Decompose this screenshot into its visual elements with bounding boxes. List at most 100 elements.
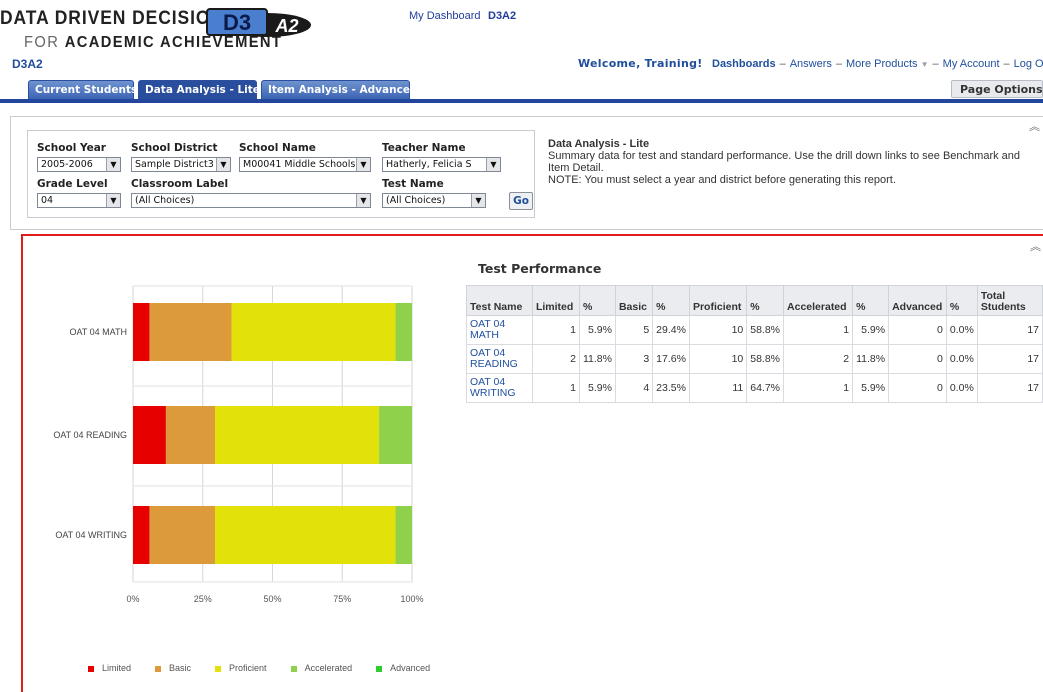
chevron-down-icon: ▼ (106, 158, 120, 171)
test-name-value: (All Choices) (386, 195, 446, 206)
legend-label: Basic (169, 663, 192, 673)
x-tick-label: 50% (263, 594, 281, 604)
column-header: Accelerated (783, 285, 854, 316)
table-cell: 17 (976, 315, 1043, 345)
table-cell: 5.9% (578, 315, 616, 345)
collapse-icon[interactable]: ︽ (1030, 238, 1041, 254)
grade-level-value: 04 (41, 195, 54, 206)
legend-swatch (215, 665, 222, 672)
classroom-label-value: (All Choices) (135, 195, 195, 206)
column-header: % (852, 285, 890, 316)
logo-title: DATA DRIVEN DECISIONS (0, 8, 237, 29)
x-tick-label: 25% (194, 594, 212, 604)
chevron-down-icon: ▼ (471, 194, 485, 207)
table-cell: 0 (888, 373, 947, 403)
collapse-icon[interactable]: ︽ (1029, 118, 1040, 134)
table-cell: 17.6% (652, 344, 690, 374)
classroom-label-select[interactable]: (All Choices) ▼ (131, 193, 371, 208)
tab-current-students[interactable]: Current Students (28, 80, 137, 99)
svg-text:D3: D3 (223, 10, 251, 35)
x-tick-label: 100% (400, 594, 423, 604)
column-header: % (746, 285, 785, 316)
table-row: OAT 04 MATH 1 5.9% 5 29.4% 10 58.8% 1 5.9% 0 0.0% 1… (466, 315, 1043, 345)
tab-bar: Current Students Data Analysis - Lite It… (0, 79, 1043, 103)
grade-level-label: Grade Level (37, 178, 108, 190)
nav-my-account[interactable]: My Account (943, 58, 1000, 70)
category-label: OAT 04 MATH (69, 327, 127, 337)
app-name: D3A2 (12, 57, 43, 71)
table-cell: 10 (688, 315, 748, 345)
table-cell: 11.8% (578, 344, 616, 374)
bar-segment (149, 303, 232, 361)
test-name-link[interactable]: OAT 04 MATH (466, 315, 533, 345)
table-row: OAT 04 WRITING 1 5.9% 4 23.5% 11 64.7% 1 5.9% 0 0.… (466, 373, 1043, 403)
chevron-down-icon: ▼ (356, 158, 370, 171)
x-tick-label: 75% (333, 594, 351, 604)
top-app-label[interactable]: D3A2 (488, 10, 516, 22)
table-cell: 58.8% (746, 315, 785, 345)
nav-dashboards[interactable]: Dashboards (712, 58, 776, 70)
column-header: % (652, 285, 690, 316)
chevron-down-icon[interactable]: ▼ (921, 60, 929, 69)
report-title: Test Performance (478, 261, 602, 276)
column-header: Basic (614, 285, 654, 316)
logo-subtitle-prefix: FOR (24, 34, 60, 51)
table-header-row: Test Name Limited% Basic% Proficient% Accele… (466, 285, 1043, 316)
nav-log-out[interactable]: Log Out (1014, 58, 1043, 70)
table-cell: 23.5% (652, 373, 690, 403)
column-header: Limited (531, 285, 580, 316)
page-options-button[interactable]: Page Options ▼ (951, 80, 1043, 98)
bar-segment (395, 506, 412, 564)
test-name-link[interactable]: OAT 04 WRITING (466, 373, 533, 403)
test-performance-table: Test Name Limited% Basic% Proficient% Accele… (466, 285, 1043, 403)
school-year-label: School Year (37, 142, 106, 154)
bar-segment (133, 303, 150, 361)
tab-item-analysis-advanced[interactable]: Item Analysis - Advanced (261, 80, 417, 99)
legend-item: Proficient (215, 663, 267, 673)
chevron-down-icon: ▼ (356, 194, 370, 207)
column-header: Test Name (466, 285, 533, 316)
school-year-select[interactable]: 2005-2006 ▼ (37, 157, 121, 172)
table-cell: 4 (614, 373, 654, 403)
bar-segment (149, 506, 216, 564)
tab-data-analysis-lite[interactable]: Data Analysis - Lite (138, 80, 260, 99)
legend-item: Accelerated (290, 663, 352, 673)
legend-swatch (88, 665, 94, 672)
category-label: OAT 04 READING (53, 430, 127, 440)
legend-label: Limited (102, 663, 132, 673)
column-header: % (578, 285, 616, 316)
nav-more-products[interactable]: More Products (846, 58, 918, 70)
table-cell: 2 (783, 344, 854, 374)
table-cell: 5 (614, 315, 654, 345)
teacher-name-label: Teacher Name (382, 142, 466, 154)
category-label: OAT 04 WRITING (55, 530, 127, 540)
test-name-link[interactable]: OAT 04 READING (466, 344, 533, 374)
table-cell: 17 (976, 373, 1043, 403)
school-district-select[interactable]: Sample District3 ▼ (131, 157, 231, 172)
column-header: Total Students (976, 285, 1043, 316)
table-row: OAT 04 READING 2 11.8% 3 17.6% 10 58.8% 2 11.8% 0… (466, 344, 1043, 374)
my-dashboard-link[interactable]: My Dashboard (409, 10, 481, 22)
legend-swatch (290, 665, 297, 672)
report-description: Data Analysis - Lite Summary data for te… (548, 138, 1038, 186)
table-cell: 1 (783, 373, 854, 403)
bar-segment (215, 506, 396, 564)
go-button[interactable]: Go (509, 192, 533, 210)
bar-segment (133, 406, 166, 464)
chart-legend: Limited Basic Proficient Accelerated Advance… (88, 663, 454, 673)
description-note: NOTE: You must select a year and distric… (548, 174, 896, 186)
school-district-label: School District (131, 142, 218, 154)
grade-level-select[interactable]: 04 ▼ (37, 193, 121, 208)
table-cell: 1 (783, 315, 854, 345)
bar-segment (395, 303, 412, 361)
nav-answers[interactable]: Answers (790, 58, 832, 70)
test-name-select[interactable]: (All Choices) ▼ (382, 193, 486, 208)
svg-text:A2: A2 (274, 16, 298, 36)
teacher-name-select[interactable]: Hatherly, Felicia S ▼ (382, 157, 501, 172)
bar-segment (165, 406, 216, 464)
legend-swatch (155, 665, 162, 672)
global-nav: Dashboards – Answers – More Products ▼ – My Ac… (712, 58, 1043, 70)
school-name-select[interactable]: M00041 Middle Schools ▼ (239, 157, 371, 172)
column-header: Proficient (688, 285, 748, 316)
table-cell: 17 (976, 344, 1043, 374)
